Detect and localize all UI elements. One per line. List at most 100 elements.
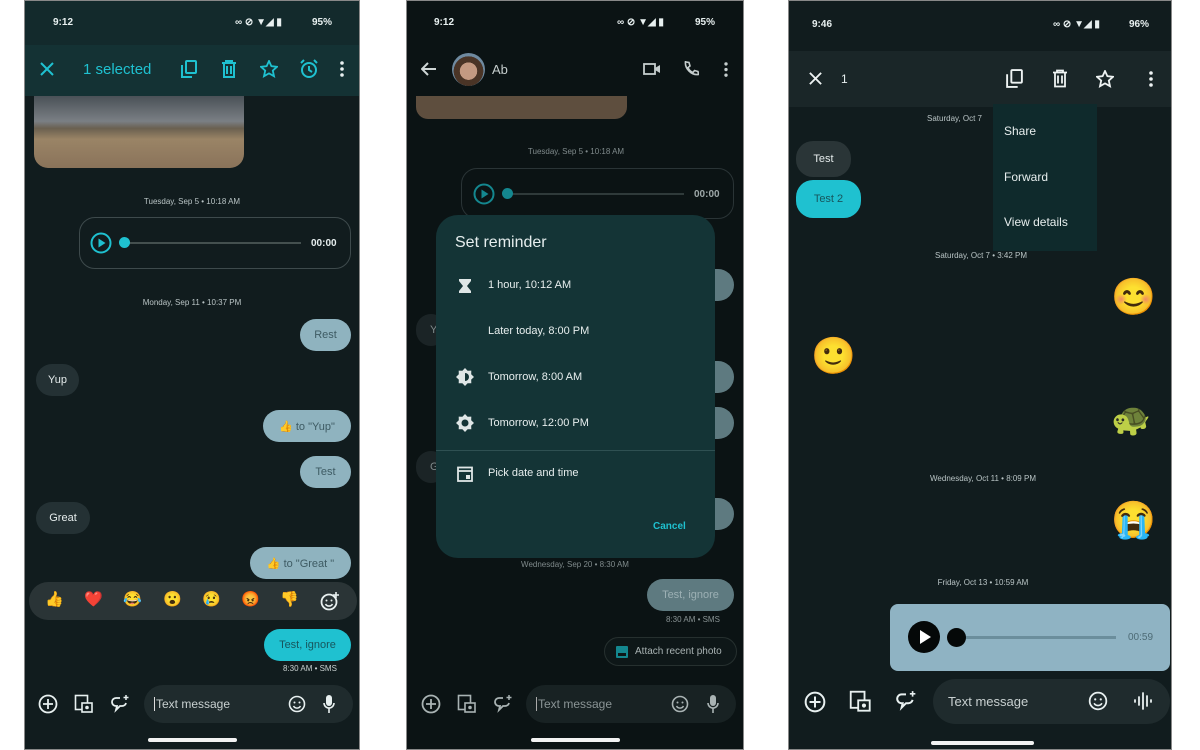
message-input-placeholder: Text message: [948, 694, 1029, 709]
message-input[interactable]: Text message: [526, 685, 736, 723]
battery-level: 95%: [312, 17, 333, 28]
audio-scrubber[interactable]: [502, 188, 513, 199]
status-bar: [25, 1, 359, 45]
add-icon[interactable]: [804, 691, 826, 713]
more-icon[interactable]: [723, 62, 729, 77]
phone-screen-2: 9:12 ∞ ⊘ ▼◢ ▮ 95% Ab Tuesday, Sep 5 • 10…: [406, 0, 744, 750]
reminder-option-label: Tomorrow, 8:00 AM: [488, 371, 583, 383]
more-icon[interactable]: [1148, 71, 1154, 87]
home-indicator[interactable]: [931, 741, 1034, 745]
emoji-icon[interactable]: [671, 695, 689, 713]
reaction-sad[interactable]: 😢: [202, 592, 221, 607]
message-bubble[interactable]: Test, ignore: [647, 579, 734, 611]
message-input[interactable]: Text message: [144, 685, 353, 723]
home-indicator[interactable]: [531, 738, 620, 742]
status-icons: ∞ ⊘ ▼◢ ▮: [235, 17, 282, 28]
gallery-icon[interactable]: [74, 694, 94, 714]
add-icon[interactable]: [421, 694, 441, 714]
gallery-icon[interactable]: [457, 694, 477, 714]
add-reaction-icon[interactable]: [320, 591, 340, 611]
cancel-button[interactable]: Cancel: [653, 521, 686, 532]
emoji-icon[interactable]: [288, 695, 306, 713]
reminder-option[interactable]: Tomorrow, 12:00 PM: [436, 406, 715, 442]
video-call-icon[interactable]: [643, 62, 661, 76]
date-separator: Tuesday, Sep 5 • 10:18 AM: [143, 197, 241, 206]
emoji-message[interactable]: 😊: [1111, 279, 1156, 315]
reminder-option-label: Later today, 8:00 PM: [488, 325, 590, 337]
reaction-thumbs-up[interactable]: 👍: [45, 592, 64, 607]
close-icon[interactable]: [39, 61, 55, 77]
photo-message[interactable]: [34, 96, 244, 168]
emoji-icon[interactable]: [1088, 691, 1108, 711]
reminder-option[interactable]: Tomorrow, 8:00 AM: [436, 360, 715, 396]
menu-item-share[interactable]: Share: [1004, 124, 1036, 138]
gallery-icon[interactable]: [849, 690, 872, 713]
play-icon[interactable]: [908, 621, 940, 653]
alarm-icon[interactable]: [299, 59, 319, 79]
home-indicator[interactable]: [148, 738, 237, 742]
audio-scrubber[interactable]: [947, 628, 966, 647]
reaction-angry[interactable]: 😡: [241, 592, 260, 607]
reaction-laugh[interactable]: 😂: [123, 592, 142, 607]
reminder-option[interactable]: Later today, 8:00 PM: [436, 314, 715, 350]
status-time: 9:46: [812, 19, 833, 30]
add-icon[interactable]: [38, 694, 58, 714]
audio-duration: 00:00: [311, 238, 337, 249]
microphone-icon[interactable]: [323, 694, 335, 714]
microphone-icon[interactable]: [707, 694, 719, 714]
pick-date-time-option[interactable]: Pick date and time: [436, 456, 715, 492]
message-bubble[interactable]: Great: [36, 502, 90, 534]
reaction-heart[interactable]: ❤️: [84, 592, 103, 607]
message-input-placeholder: Text message: [154, 697, 231, 711]
copy-icon[interactable]: [181, 60, 197, 78]
reaction-thumbs-down[interactable]: 👎: [280, 592, 299, 607]
close-icon[interactable]: [808, 71, 823, 86]
back-arrow-icon[interactable]: [421, 62, 437, 76]
message-bubble-selected[interactable]: Test 2: [796, 180, 861, 218]
status-icons: ∞ ⊘ ▼◢ ▮: [1053, 19, 1100, 30]
audio-progress-track[interactable]: [125, 242, 301, 244]
message-bubble[interactable]: Yup: [36, 364, 79, 396]
reminder-option[interactable]: 1 hour, 10:12 AM: [436, 268, 715, 304]
message-bubble[interactable]: 👍 to "Yup": [263, 410, 351, 442]
phone-call-icon[interactable]: [683, 61, 699, 77]
phone-screen-1: 9:12 ∞ ⊘ ▼◢ ▮ 95% 1 selected Tuesday, Se…: [24, 0, 360, 750]
star-icon[interactable]: [1096, 70, 1114, 88]
message-input-placeholder: Text message: [536, 697, 613, 711]
divider: [436, 450, 715, 451]
audio-progress-track[interactable]: [954, 636, 1116, 639]
delete-icon[interactable]: [1052, 69, 1068, 88]
magic-compose-icon[interactable]: [493, 694, 513, 714]
photo-message[interactable]: [416, 96, 627, 119]
menu-item-forward[interactable]: Forward: [1004, 170, 1048, 184]
attach-recent-photo-chip[interactable]: Attach recent photo: [604, 637, 737, 666]
magic-compose-icon[interactable]: [110, 694, 130, 714]
delete-icon[interactable]: [221, 60, 237, 78]
date-separator: Tuesday, Sep 5 • 10:18 AM: [527, 147, 625, 156]
message-bubble[interactable]: Rest: [300, 319, 351, 351]
contact-name[interactable]: Ab: [492, 62, 508, 77]
battery-level: 95%: [695, 17, 716, 28]
menu-item-view-details[interactable]: View details: [1004, 215, 1068, 229]
message-bubble[interactable]: 👍 to "Great ": [250, 547, 351, 579]
copy-icon[interactable]: [1006, 69, 1023, 88]
magic-compose-icon[interactable]: [895, 690, 917, 712]
emoji-message[interactable]: 😭: [1111, 502, 1156, 538]
emoji-message[interactable]: 🙂: [811, 338, 856, 374]
play-icon[interactable]: [473, 183, 495, 205]
emoji-message[interactable]: 🐢: [1111, 403, 1151, 435]
pick-date-time-label: Pick date and time: [488, 467, 579, 479]
play-icon[interactable]: [90, 232, 112, 254]
message-bubble[interactable]: Test: [300, 456, 351, 488]
message-bubble[interactable]: Test: [796, 141, 851, 177]
voice-waveform-icon[interactable]: [1133, 691, 1153, 711]
dialog-title: Set reminder: [455, 234, 547, 251]
more-icon[interactable]: [339, 61, 345, 77]
message-bubble-selected[interactable]: Test, ignore: [264, 629, 351, 661]
contact-avatar[interactable]: [452, 53, 485, 86]
audio-progress-track[interactable]: [509, 193, 684, 195]
sun-icon: [456, 414, 474, 432]
star-icon[interactable]: [260, 60, 278, 78]
reaction-surprised[interactable]: 😮: [163, 592, 182, 607]
audio-scrubber[interactable]: [119, 237, 130, 248]
